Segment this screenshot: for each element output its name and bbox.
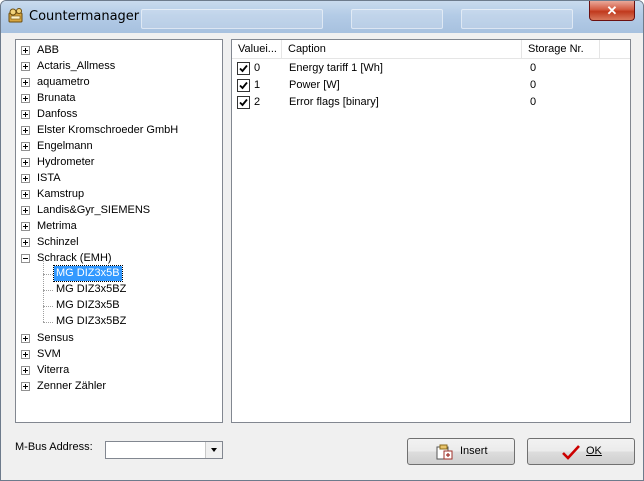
countermanager-icon [8, 8, 23, 23]
tree-child-label: MG DIZ3x5BZ [56, 315, 127, 327]
manufacturer-tree[interactable]: ABB Actaris_Allmess aquametro Brunata Danfos… [15, 39, 223, 423]
chevron-down-icon [211, 448, 217, 452]
tree-child-label: MG DIZ3x5B [56, 299, 120, 311]
column-header-storage[interactable]: Storage Nr. [522, 40, 600, 58]
close-button[interactable]: ✕ [589, 1, 635, 21]
checkmark-icon [239, 64, 248, 73]
collapse-icon[interactable] [21, 254, 30, 263]
tree-item-label: Actaris_Allmess [37, 60, 116, 72]
expand-icon[interactable] [21, 158, 30, 167]
tree-item-label: Hydrometer [37, 156, 95, 168]
tree-item-label: ISTA [37, 172, 61, 184]
expand-icon[interactable] [21, 238, 30, 247]
tree-connector [43, 261, 44, 322]
list-row[interactable]: 0 Energy tariff 1 [Wh] 0 [232, 60, 630, 77]
expand-icon[interactable] [21, 350, 30, 359]
expand-icon[interactable] [21, 222, 30, 231]
expand-icon[interactable] [21, 46, 30, 55]
checkmark-icon [239, 81, 248, 90]
column-header-caption[interactable]: Caption [282, 40, 522, 58]
cell-storage: 0 [530, 79, 537, 91]
tree-item-label: Elster Kromschroeder GmbH [37, 124, 179, 136]
background-window-ghost [461, 9, 573, 29]
tree-item-label: Brunata [37, 92, 76, 104]
cell-caption: Energy tariff 1 [Wh] [289, 62, 383, 74]
expand-icon[interactable] [21, 62, 30, 71]
checkmark-icon [562, 445, 580, 460]
list-row[interactable]: 2 Error flags [binary] 0 [232, 94, 630, 111]
cell-caption: Error flags [binary] [289, 96, 379, 108]
checkmark-icon [239, 98, 248, 107]
background-window-ghost [351, 9, 443, 29]
row-checkbox[interactable] [237, 96, 250, 109]
row-checkbox[interactable] [237, 79, 250, 92]
tree-item-label: Viterra [37, 364, 70, 376]
tree-item-label: Engelmann [37, 140, 93, 152]
value-list[interactable]: Valuei... Caption Storage Nr. 0 Energy ta… [231, 39, 631, 423]
tree-item-label: Danfoss [37, 108, 78, 120]
close-icon: ✕ [606, 3, 618, 18]
insert-button[interactable]: Insert [407, 438, 515, 465]
list-header: Valuei... Caption Storage Nr. [232, 40, 630, 59]
tree-connector [43, 306, 53, 307]
background-window-ghost [141, 9, 323, 29]
cell-value-index: 2 [254, 96, 261, 108]
tree-item-label: Landis&Gyr_SIEMENS [37, 204, 151, 216]
dialog-client-area: ABB Actaris_Allmess aquametro Brunata Danfos… [7, 33, 637, 473]
tree-item-label: Zenner Zähler [37, 380, 107, 392]
insert-icon [436, 444, 453, 460]
combo-dropdown-button[interactable] [205, 442, 222, 458]
expand-icon[interactable] [21, 206, 30, 215]
tree-item-label: ABB [37, 44, 60, 56]
title-bar[interactable]: Countermanager ✕ [1, 1, 643, 33]
tree-connector [43, 274, 53, 275]
cell-value-index: 1 [254, 79, 261, 91]
tree-connector [43, 322, 53, 323]
expand-icon[interactable] [21, 382, 30, 391]
cell-caption: Power [W] [289, 79, 340, 91]
tree-item-label: Sensus [37, 332, 74, 344]
expand-icon[interactable] [21, 366, 30, 375]
tree-item-label: Metrima [37, 220, 77, 232]
tree-item-label: aquametro [37, 76, 90, 88]
ok-label: OK [586, 445, 602, 457]
list-row[interactable]: 1 Power [W] 0 [232, 77, 630, 94]
cell-value-index: 0 [254, 62, 261, 74]
countermanager-window: Countermanager ✕ ABB Actaris_Allmessaquam… [0, 0, 644, 481]
mbus-address-label: M-Bus Address: [15, 441, 93, 453]
cell-storage: 0 [530, 62, 537, 74]
row-checkbox[interactable] [237, 62, 250, 75]
tree-item-label: Schinzel [37, 236, 79, 248]
expand-icon[interactable] [21, 126, 30, 135]
tree-item-label: Schrack (EMH) [37, 252, 112, 264]
tree-child-label: MG DIZ3x5BZ [56, 283, 127, 295]
expand-icon[interactable] [21, 334, 30, 343]
tree-item-label: Kamstrup [37, 188, 85, 200]
expand-icon[interactable] [21, 78, 30, 87]
tree-connector [43, 290, 53, 291]
expand-icon[interactable] [21, 174, 30, 183]
expand-icon[interactable] [21, 190, 30, 199]
mbus-address-combo[interactable] [105, 441, 223, 459]
insert-label: Insert [460, 445, 488, 457]
expand-icon[interactable] [21, 94, 30, 103]
tree-item-label: SVM [37, 348, 61, 360]
expand-icon[interactable] [21, 142, 30, 151]
ok-button[interactable]: OK [527, 438, 635, 465]
cell-storage: 0 [530, 96, 537, 108]
expand-icon[interactable] [21, 110, 30, 119]
window-title: Countermanager [29, 9, 140, 24]
tree-child-label-selected: MG DIZ3x5B [53, 265, 123, 282]
column-header-valueindex[interactable]: Valuei... [232, 40, 282, 58]
